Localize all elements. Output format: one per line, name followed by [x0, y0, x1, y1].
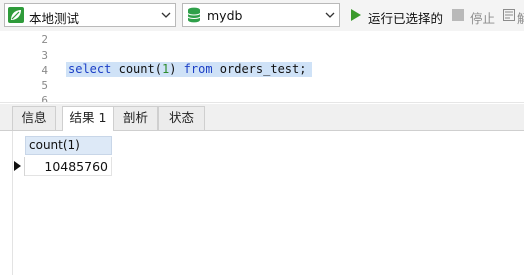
current-row-arrow-icon [14, 161, 21, 171]
run-selected-label: 运行已选择的 [368, 11, 444, 26]
tab-result-1[interactable]: 结果 1 [62, 106, 114, 131]
sql-editor[interactable]: 2 3 4 5 6 select count(1) from orders_te… [0, 31, 524, 103]
table-name: orders_test; [212, 62, 307, 76]
run-selected-button[interactable]: 运行已选择的 [349, 7, 445, 26]
database-value: mydb [207, 8, 243, 23]
stop-icon [452, 9, 464, 21]
table-cell[interactable]: 10485760 [25, 157, 112, 176]
column-header[interactable]: count(1) [25, 136, 112, 155]
sql-statement: select count(1) from orders_test; [68, 62, 306, 76]
keyword-select: select [68, 62, 112, 76]
explain-label: 解 [517, 11, 524, 25]
tab-label: 剖析 [122, 110, 148, 125]
result-grid[interactable]: count(1) 10485760 [0, 131, 524, 275]
connection-select[interactable]: 本地测试 [4, 3, 176, 27]
query-toolbar: 本地测试 mydb 运行已选择的 停止 解 [0, 0, 524, 31]
database-icon [187, 7, 201, 23]
tab-profile[interactable]: 剖析 [114, 106, 158, 130]
tab-label: 状态 [168, 110, 194, 125]
tab-label: 结果 1 [69, 110, 107, 125]
function-count: count( [118, 62, 162, 76]
result-tab-bar: 信息 结果 1 剖析 状态 [0, 104, 524, 131]
stop-label: 停止 [470, 11, 496, 26]
line-number: 5 [41, 79, 48, 92]
line-number: 3 [41, 49, 48, 62]
explain-icon [503, 9, 515, 21]
stop-button[interactable]: 停止 [452, 7, 498, 26]
connection-leaf-icon [8, 7, 24, 23]
grid-divider [12, 131, 13, 275]
tab-info[interactable]: 信息 [12, 106, 56, 130]
sql-code-line[interactable]: select count(1) from orders_test; [0, 62, 524, 77]
connection-value: 本地测试 [29, 11, 80, 26]
line-number: 6 [41, 94, 48, 103]
line-number: 2 [41, 33, 48, 46]
database-select[interactable]: mydb [182, 3, 340, 27]
tab-status[interactable]: 状态 [158, 106, 205, 130]
function-close: ) [169, 62, 184, 76]
explain-button[interactable]: 解 [503, 7, 524, 25]
tab-label: 信息 [21, 110, 47, 125]
keyword-from: from [183, 62, 213, 76]
play-icon [351, 9, 361, 21]
chevron-down-icon [161, 12, 171, 18]
chevron-down-icon [325, 12, 335, 18]
